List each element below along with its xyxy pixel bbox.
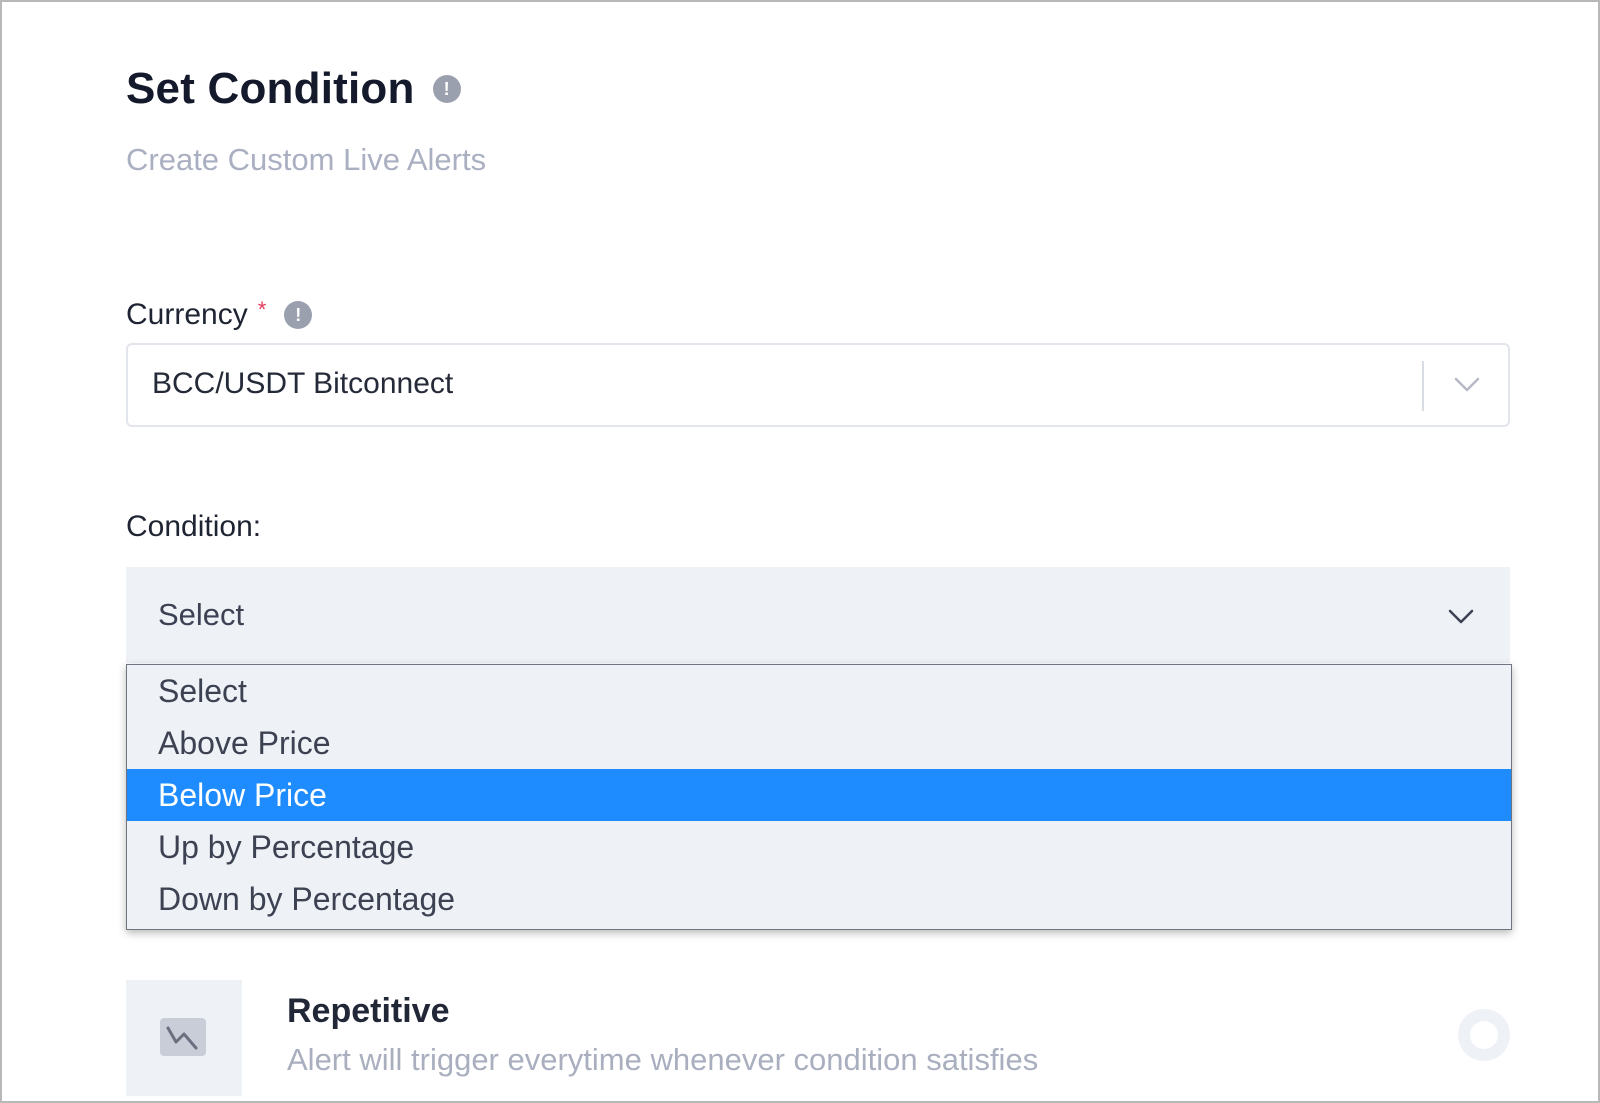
page-title: Set Condition	[126, 64, 415, 113]
chevron-down-icon[interactable]	[1448, 609, 1474, 625]
condition-selected-value: Select	[158, 597, 245, 632]
repetitive-radio[interactable]	[1458, 1009, 1510, 1061]
option-up-by-percentage[interactable]: Up by Percentage	[127, 821, 1511, 873]
option-down-by-percentage[interactable]: Down by Percentage	[127, 873, 1511, 925]
repetitive-title: Repetitive	[287, 992, 450, 1030]
trend-down-icon	[160, 1018, 206, 1056]
repetitive-icon-box	[126, 980, 242, 1096]
condition-dropdown-list: Select Above Price Below Price Up by Per…	[126, 664, 1512, 930]
condition-select[interactable]: Select	[126, 567, 1510, 663]
option-above-price[interactable]: Above Price	[127, 717, 1511, 769]
currency-label-row: Currency * !	[126, 297, 313, 332]
currency-info-icon[interactable]: !	[284, 301, 313, 329]
condition-label: Condition:	[126, 510, 262, 543]
repetitive-description: Alert will trigger everytime whenever co…	[287, 1042, 1039, 1077]
currency-select[interactable]: BCC/USDT Bitconnect	[126, 343, 1510, 427]
page-subtitle: Create Custom Live Alerts	[126, 142, 487, 177]
chevron-down-icon[interactable]	[1454, 377, 1480, 393]
select-separator	[1422, 361, 1424, 411]
currency-selected-value: BCC/USDT Bitconnect	[152, 367, 454, 400]
currency-label: Currency	[126, 298, 248, 331]
option-below-price[interactable]: Below Price	[127, 769, 1511, 821]
set-condition-panel: Set Condition ! Create Custom Live Alert…	[0, 0, 1600, 1103]
option-select[interactable]: Select	[127, 665, 1511, 717]
required-marker: *	[257, 297, 267, 322]
info-icon[interactable]: !	[432, 75, 461, 103]
title-row: Set Condition !	[126, 64, 461, 114]
